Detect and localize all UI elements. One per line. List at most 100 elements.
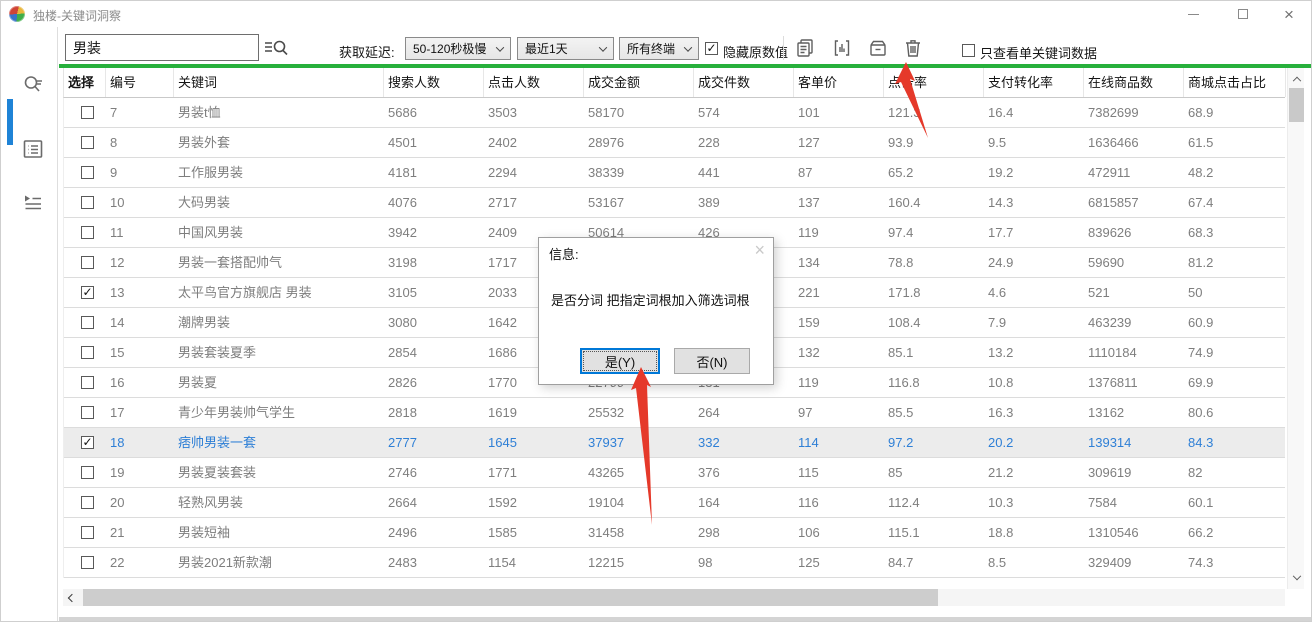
table-row[interactable]: 8男装外套450124022897622812793.99.5163646661…: [64, 128, 1285, 158]
table-row[interactable]: 17青少年男装帅气学生28181619255322649785.516.3131…: [64, 398, 1285, 428]
cell-keyword: 潮牌男装: [174, 308, 384, 337]
table-row[interactable]: 7男装t恤5686350358170574101121.316.47382699…: [64, 98, 1285, 128]
table-row[interactable]: 22男装2021新款潮24831154122159812584.78.53294…: [64, 548, 1285, 578]
row-select-cell: [64, 458, 106, 487]
header-cell[interactable]: 成交件数: [694, 68, 794, 97]
cell-value: 2717: [484, 188, 584, 217]
cell-keyword: 大码男装: [174, 188, 384, 217]
header-cell[interactable]: 在线商品数: [1084, 68, 1184, 97]
cell-value: 463239: [1084, 308, 1184, 337]
row-checkbox[interactable]: [81, 136, 94, 149]
cell-value: 58170: [584, 98, 694, 127]
cell-id: 20: [106, 488, 174, 517]
cell-value: 115: [794, 458, 884, 487]
delay-select[interactable]: 50-120秒极慢: [405, 37, 511, 60]
maximize-button[interactable]: [1223, 1, 1263, 27]
vertical-scroll-thumb[interactable]: [1289, 88, 1304, 122]
row-checkbox[interactable]: [81, 256, 94, 269]
archive-button[interactable]: [867, 37, 889, 59]
table-row[interactable]: 20轻熟风男装2664159219104164116112.410.375846…: [64, 488, 1285, 518]
header-cell[interactable]: 编号: [106, 68, 174, 97]
archive-icon: [867, 37, 889, 59]
search-button[interactable]: [263, 36, 291, 60]
cell-value: 521: [1084, 278, 1184, 307]
sidebar-item-search[interactable]: [21, 73, 45, 97]
header-cell[interactable]: 选择: [64, 68, 106, 97]
row-select-cell: [64, 158, 106, 187]
row-select-cell: [64, 308, 106, 337]
table-row[interactable]: 21男装短袖2496158531458298106115.118.8131054…: [64, 518, 1285, 548]
sidebar-item-outline[interactable]: [21, 191, 45, 215]
row-checkbox[interactable]: [81, 406, 94, 419]
search-input[interactable]: [65, 34, 259, 61]
dialog-yes-button[interactable]: 是(Y): [580, 348, 660, 374]
header-cell[interactable]: 搜索人数: [384, 68, 484, 97]
scroll-down-button[interactable]: [1288, 571, 1305, 587]
row-checkbox[interactable]: ✓: [81, 286, 94, 299]
cell-value: 228: [694, 128, 794, 157]
scroll-up-button[interactable]: [1288, 70, 1305, 86]
sidebar-item-keyword-list[interactable]: [21, 137, 45, 161]
header-cell[interactable]: 成交金额: [584, 68, 694, 97]
row-checkbox[interactable]: [81, 346, 94, 359]
row-checkbox[interactable]: ✓: [81, 436, 94, 449]
header-cell[interactable]: 点击人数: [484, 68, 584, 97]
cell-value: 81.2: [1184, 248, 1286, 277]
cell-value: 24.9: [984, 248, 1084, 277]
header-cell[interactable]: 客单价: [794, 68, 884, 97]
cell-value: 50: [1184, 278, 1286, 307]
horizontal-scrollbar[interactable]: [63, 589, 1285, 606]
row-checkbox[interactable]: [81, 526, 94, 539]
chart-button[interactable]: [831, 37, 853, 59]
minimize-button[interactable]: [1173, 1, 1213, 27]
chevron-left-icon: [68, 593, 76, 601]
dialog-no-button[interactable]: 否(N): [674, 348, 750, 374]
titlebar: 独楼-关键词洞察 ×: [1, 1, 1311, 27]
copy-button[interactable]: [794, 37, 816, 59]
cell-value: 3105: [384, 278, 484, 307]
cell-value: 5686: [384, 98, 484, 127]
row-checkbox[interactable]: [81, 466, 94, 479]
cell-value: 4501: [384, 128, 484, 157]
row-checkbox[interactable]: [81, 226, 94, 239]
header-cell[interactable]: 关键词: [174, 68, 384, 97]
cell-value: 85.1: [884, 338, 984, 367]
header-cell[interactable]: 支付转化率: [984, 68, 1084, 97]
row-checkbox[interactable]: [81, 196, 94, 209]
date-range-select[interactable]: 最近1天: [517, 37, 614, 60]
table-row[interactable]: 19男装夏装套装27461771432653761158521.23096198…: [64, 458, 1285, 488]
horizontal-scroll-thumb[interactable]: [83, 589, 938, 606]
header-cell[interactable]: 商城点击占比: [1184, 68, 1286, 97]
trash-button[interactable]: [902, 37, 924, 59]
cell-value: 9.5: [984, 128, 1084, 157]
row-checkbox[interactable]: [81, 556, 94, 569]
row-checkbox[interactable]: [81, 316, 94, 329]
cell-value: 2664: [384, 488, 484, 517]
row-select-cell: [64, 548, 106, 577]
row-checkbox[interactable]: [81, 166, 94, 179]
cell-value: 2818: [384, 398, 484, 427]
table-row[interactable]: ✓18痞帅男装一套277716453793733211497.220.21393…: [64, 428, 1285, 458]
cell-value: 65.2: [884, 158, 984, 187]
header-cell[interactable]: 点击率: [884, 68, 984, 97]
cell-id: 7: [106, 98, 174, 127]
vertical-scrollbar[interactable]: [1287, 68, 1304, 589]
cell-value: 1585: [484, 518, 584, 547]
single-keyword-checkbox[interactable]: [962, 44, 975, 57]
terminal-select[interactable]: 所有终端: [619, 37, 699, 60]
hide-raw-checkbox[interactable]: ✓: [705, 42, 718, 55]
cell-value: 28976: [584, 128, 694, 157]
close-button[interactable]: ×: [1269, 1, 1309, 27]
row-checkbox[interactable]: [81, 376, 94, 389]
cell-value: 21.2: [984, 458, 1084, 487]
table-row[interactable]: 10大码男装4076271753167389137160.414.3681585…: [64, 188, 1285, 218]
cell-value: 1619: [484, 398, 584, 427]
dialog-close-icon[interactable]: ×: [754, 240, 765, 262]
scroll-left-button[interactable]: [63, 589, 81, 606]
row-select-cell: [64, 98, 106, 127]
row-checkbox[interactable]: [81, 496, 94, 509]
app-window: 独楼-关键词洞察 × 获取延迟: 50-120秒极慢: [0, 0, 1312, 622]
table-row[interactable]: 9工作服男装41812294383394418765.219.247291148…: [64, 158, 1285, 188]
row-select-cell: ✓: [64, 428, 106, 457]
row-checkbox[interactable]: [81, 106, 94, 119]
